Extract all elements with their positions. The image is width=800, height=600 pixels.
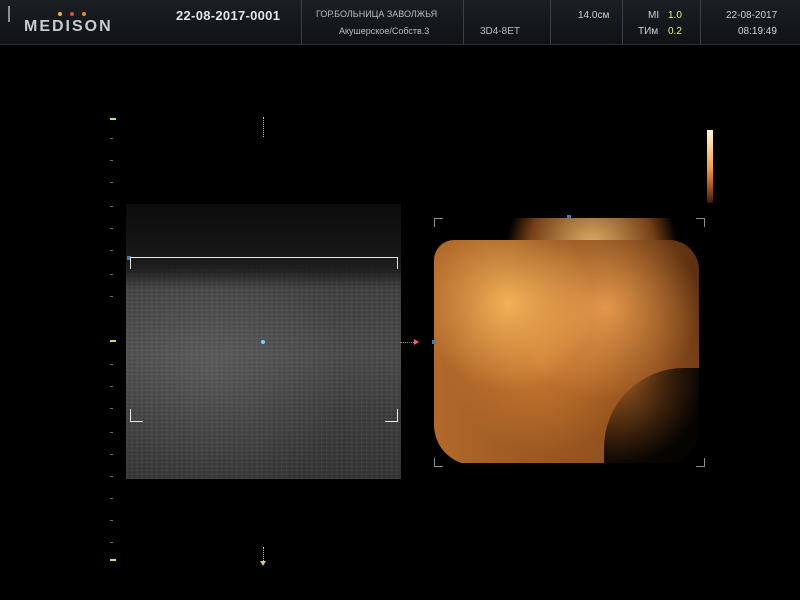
render-handle-left[interactable] — [432, 340, 436, 344]
hospital-name: ГОР.БОЛЬНИЦА ЗАВОЛЖЬЯ — [316, 9, 438, 19]
exam-date: 22-08-2017 — [726, 10, 778, 21]
ruler-tick — [110, 542, 113, 543]
ti-label: ТИм — [638, 26, 659, 37]
render-colorbar — [707, 130, 713, 203]
ruler-tick-bottom — [110, 559, 116, 561]
ruler-focus-marker — [110, 340, 116, 342]
roi-corner-top-left-icon — [130, 257, 143, 269]
ruler-tick — [110, 274, 113, 275]
header-divider-3 — [550, 0, 551, 44]
ruler-tick — [110, 228, 113, 229]
render-handle-top[interactable] — [567, 215, 571, 219]
ruler-tick-top — [110, 118, 116, 120]
arrow-down-icon — [260, 561, 266, 566]
header-divider-2 — [463, 0, 464, 44]
ruler-tick — [110, 520, 113, 521]
brand-dot-2 — [70, 12, 74, 16]
sync-line-icon — [400, 342, 414, 344]
brand-dot-3 — [82, 12, 86, 16]
ruler-tick — [110, 408, 113, 409]
ruler-tick — [110, 432, 113, 433]
ruler-tick — [110, 454, 113, 455]
ruler-tick — [110, 250, 113, 251]
render-corner-bottom-left-icon — [434, 458, 443, 467]
header-divider-4 — [622, 0, 623, 44]
header-divider-5 — [700, 0, 701, 44]
exam-mode: Акушерское/Собств.3 — [339, 26, 430, 36]
ruler-tick — [110, 138, 113, 139]
exam-time: 08:19:49 — [738, 26, 777, 37]
cursor-center-dot[interactable] — [261, 340, 265, 344]
left-edge-marker — [8, 6, 10, 22]
ruler-tick — [110, 386, 113, 387]
render-3d-view[interactable] — [434, 218, 704, 463]
roi-corner-bottom-left-icon — [130, 409, 143, 422]
depth-ruler — [110, 118, 120, 563]
render-corner-bottom-right-icon — [696, 458, 705, 467]
status-header-bar: MEDISON 22-08-2017-0001 ГОР.БОЛЬНИЦА ЗАВ… — [0, 0, 800, 45]
cursor-line-top-icon — [263, 117, 265, 137]
ti-value: 0.2 — [668, 26, 682, 37]
patient-id: 22-08-2017-0001 — [176, 8, 281, 23]
header-divider-1 — [301, 0, 302, 44]
ruler-tick — [110, 364, 113, 365]
arrow-right-icon — [414, 339, 419, 345]
ruler-tick — [110, 182, 113, 183]
ruler-tick — [110, 160, 113, 161]
roi-corner-top-right-icon — [385, 257, 398, 269]
render-corner-top-right-icon — [696, 218, 705, 227]
mi-value: 1.0 — [668, 10, 682, 21]
probe-model: 3D4-8ET — [480, 26, 521, 37]
depth-readout: 14.0см — [578, 10, 610, 21]
ruler-tick — [110, 206, 113, 207]
render-corner-top-left-icon — [434, 218, 443, 227]
roi-corner-bottom-right-icon — [385, 409, 398, 422]
brand-logo-text: MEDISON — [24, 18, 113, 35]
ruler-tick — [110, 296, 113, 297]
brand-dot-1 — [58, 12, 62, 16]
mi-label: MI — [648, 10, 660, 21]
ruler-tick — [110, 498, 113, 499]
ruler-tick — [110, 476, 113, 477]
